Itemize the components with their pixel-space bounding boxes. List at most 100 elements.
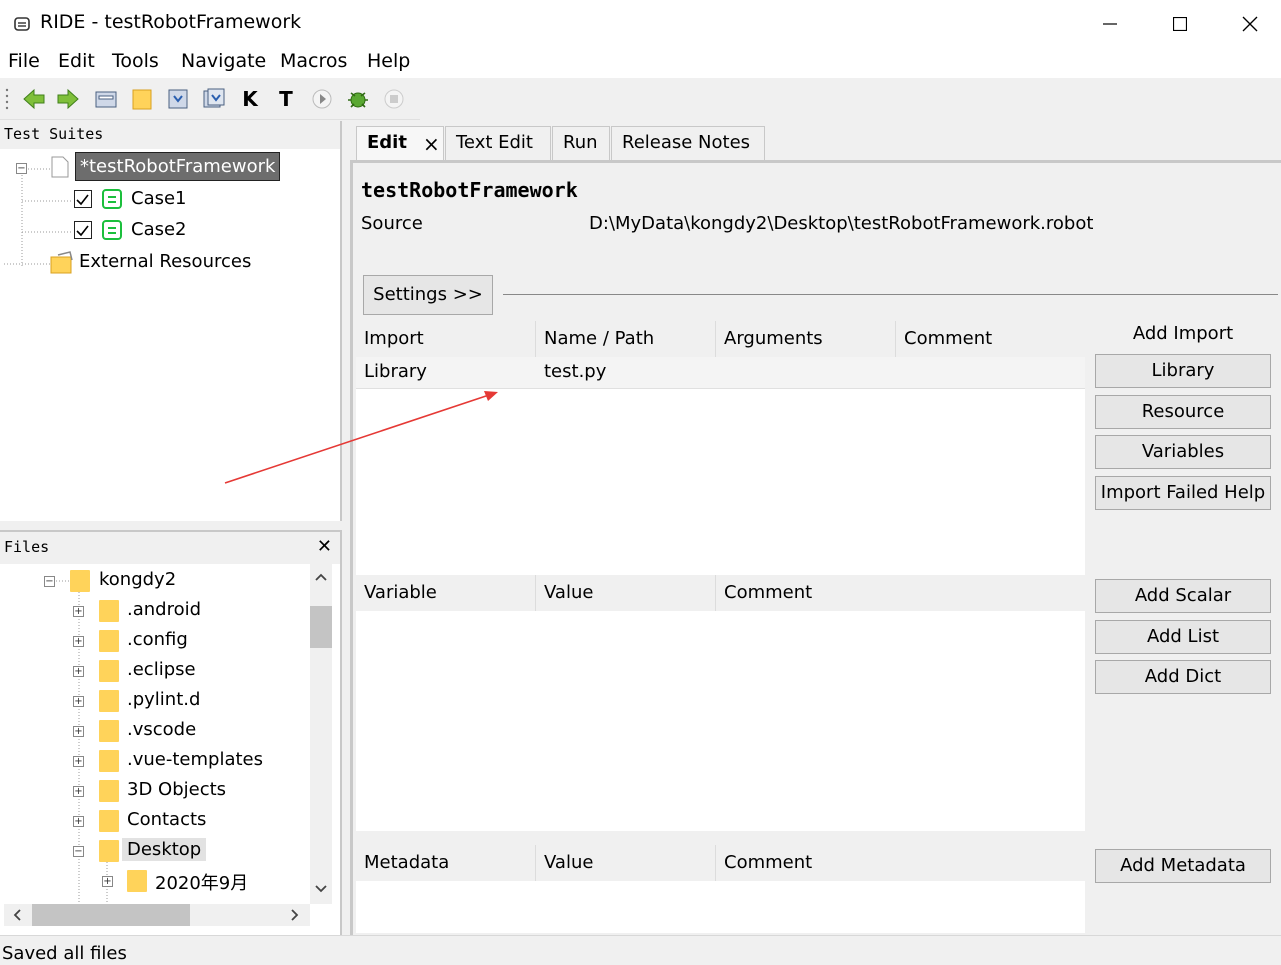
folder-item[interactable]: Contacts bbox=[127, 809, 206, 830]
menu-macros[interactable]: Macros bbox=[278, 50, 349, 72]
settings-divider bbox=[503, 294, 1278, 295]
search-keywords-button[interactable]: K bbox=[238, 87, 262, 111]
add-resource-button[interactable]: Resource bbox=[1095, 395, 1271, 429]
open-icon bbox=[95, 91, 117, 108]
folder-item-selected[interactable]: Desktop bbox=[122, 838, 207, 861]
menu-file[interactable]: File bbox=[6, 50, 42, 72]
folder-icon bbox=[99, 690, 119, 712]
metadata-grid[interactable]: Metadata Value Comment bbox=[356, 845, 1085, 933]
open-button[interactable] bbox=[94, 87, 118, 111]
import-type-cell[interactable]: Library bbox=[364, 361, 427, 382]
save-button[interactable] bbox=[166, 87, 190, 111]
col-value: Value bbox=[536, 575, 716, 611]
tab-release-notes[interactable]: Release Notes bbox=[611, 126, 765, 160]
back-button[interactable] bbox=[22, 87, 46, 111]
folder-item[interactable]: 3D Objects bbox=[127, 779, 226, 800]
debug-button[interactable] bbox=[346, 87, 370, 111]
import-failed-help-button[interactable]: Import Failed Help bbox=[1095, 476, 1271, 510]
folder-icon bbox=[99, 780, 119, 802]
folder-toggle[interactable]: + bbox=[73, 726, 84, 737]
tab-run[interactable]: Run bbox=[552, 126, 610, 160]
folder-item[interactable]: .config bbox=[127, 629, 188, 650]
folder-item[interactable]: .eclipse bbox=[127, 659, 196, 680]
folder-item[interactable]: .vscode bbox=[127, 719, 196, 740]
folder-item[interactable]: .android bbox=[127, 599, 201, 620]
variable-grid-header: Variable Value Comment bbox=[356, 575, 1085, 611]
menu-edit[interactable]: Edit bbox=[56, 50, 97, 72]
tab-edit[interactable]: Edit × bbox=[356, 126, 444, 160]
settings-toggle-button[interactable]: Settings >> bbox=[363, 275, 493, 315]
tab-text-edit[interactable]: Text Edit bbox=[445, 126, 551, 160]
menu-bar: File Edit Tools Navigate Macros Help bbox=[0, 48, 1281, 78]
suite-editor: testRobotFramework Source D:\MyData\kong… bbox=[350, 163, 1281, 935]
chevron-right-icon bbox=[291, 909, 299, 921]
scroll-thumb[interactable] bbox=[310, 606, 332, 648]
folder-toggle[interactable]: + bbox=[73, 606, 84, 617]
test-suites-header: Test Suites bbox=[0, 121, 340, 149]
source-label: Source bbox=[361, 213, 423, 234]
root-folder-toggle[interactable]: − bbox=[44, 576, 55, 587]
files-vertical-scrollbar[interactable] bbox=[310, 564, 332, 904]
maximize-icon bbox=[1173, 17, 1187, 31]
run-button[interactable] bbox=[310, 87, 334, 111]
add-scalar-button[interactable]: Add Scalar bbox=[1095, 579, 1271, 613]
suite-collapse-toggle[interactable]: − bbox=[16, 163, 27, 174]
folder-toggle[interactable]: − bbox=[73, 846, 84, 857]
folder-item[interactable]: .vue-templates bbox=[127, 749, 263, 770]
search-tests-icon: T bbox=[279, 87, 293, 111]
files-horizontal-scrollbar[interactable] bbox=[4, 904, 310, 926]
folder-root[interactable]: kongdy2 bbox=[99, 569, 176, 590]
toolbar: K T bbox=[0, 78, 420, 120]
folder-toggle[interactable]: + bbox=[73, 756, 84, 767]
import-name-cell[interactable]: test.py bbox=[544, 361, 606, 382]
folder-toggle[interactable]: + bbox=[102, 876, 113, 887]
run-icon bbox=[312, 89, 332, 109]
maximize-button[interactable] bbox=[1145, 0, 1215, 48]
menu-help[interactable]: Help bbox=[365, 50, 412, 72]
files-header: Files bbox=[0, 532, 340, 564]
folder-icon bbox=[99, 630, 119, 652]
case1-checkbox[interactable] bbox=[74, 190, 92, 208]
case1-node[interactable]: Case1 bbox=[131, 188, 187, 209]
folder-toggle[interactable]: + bbox=[73, 666, 84, 677]
title-bar: RIDE - testRobotFramework bbox=[0, 0, 1281, 48]
tab-close-icon[interactable]: × bbox=[423, 132, 440, 156]
external-resources-node[interactable]: External Resources bbox=[79, 251, 251, 272]
add-library-button[interactable]: Library bbox=[1095, 354, 1271, 388]
minimize-button[interactable] bbox=[1075, 0, 1145, 48]
save-all-button[interactable] bbox=[202, 87, 226, 111]
case2-node[interactable]: Case2 bbox=[131, 219, 187, 240]
chevron-down-icon bbox=[315, 885, 327, 893]
folder-toggle[interactable]: + bbox=[73, 636, 84, 647]
open-directory-button[interactable] bbox=[130, 87, 154, 111]
stop-button[interactable] bbox=[382, 87, 406, 111]
add-metadata-button[interactable]: Add Metadata bbox=[1095, 849, 1271, 883]
toolbar-grip-icon bbox=[5, 88, 9, 110]
files-panel: Files ✕ − kongdy2 + .android + .config +… bbox=[0, 530, 342, 935]
suite-root-node[interactable]: *testRobotFramework bbox=[74, 152, 281, 181]
files-close-button[interactable]: ✕ bbox=[317, 536, 332, 557]
scroll-thumb[interactable] bbox=[32, 904, 190, 926]
forward-button[interactable] bbox=[56, 87, 80, 111]
suite-name: testRobotFramework bbox=[361, 178, 578, 202]
suite-file-icon bbox=[51, 156, 69, 178]
menu-tools[interactable]: Tools bbox=[110, 50, 161, 72]
folder-toggle[interactable]: + bbox=[73, 786, 84, 797]
folder-item[interactable]: .pylint.d bbox=[127, 689, 200, 710]
folder-icon bbox=[99, 720, 119, 742]
minimize-icon bbox=[1103, 23, 1117, 25]
folder-toggle[interactable]: + bbox=[73, 696, 84, 707]
folder-icon bbox=[99, 840, 119, 862]
add-dict-button[interactable]: Add Dict bbox=[1095, 660, 1271, 694]
folder-toggle[interactable]: + bbox=[73, 816, 84, 827]
case2-checkbox[interactable] bbox=[74, 221, 92, 239]
menu-navigate[interactable]: Navigate bbox=[179, 50, 268, 72]
add-variables-button[interactable]: Variables bbox=[1095, 435, 1271, 469]
table-row[interactable]: Library test.py bbox=[356, 357, 1085, 389]
folder-item[interactable]: 2020年9月 bbox=[155, 869, 248, 895]
col-comment: Comment bbox=[904, 328, 993, 349]
add-list-button[interactable]: Add List bbox=[1095, 620, 1271, 654]
close-window-button[interactable] bbox=[1215, 0, 1281, 48]
tab-edit-label: Edit bbox=[367, 132, 407, 153]
search-tests-button[interactable]: T bbox=[274, 87, 298, 111]
